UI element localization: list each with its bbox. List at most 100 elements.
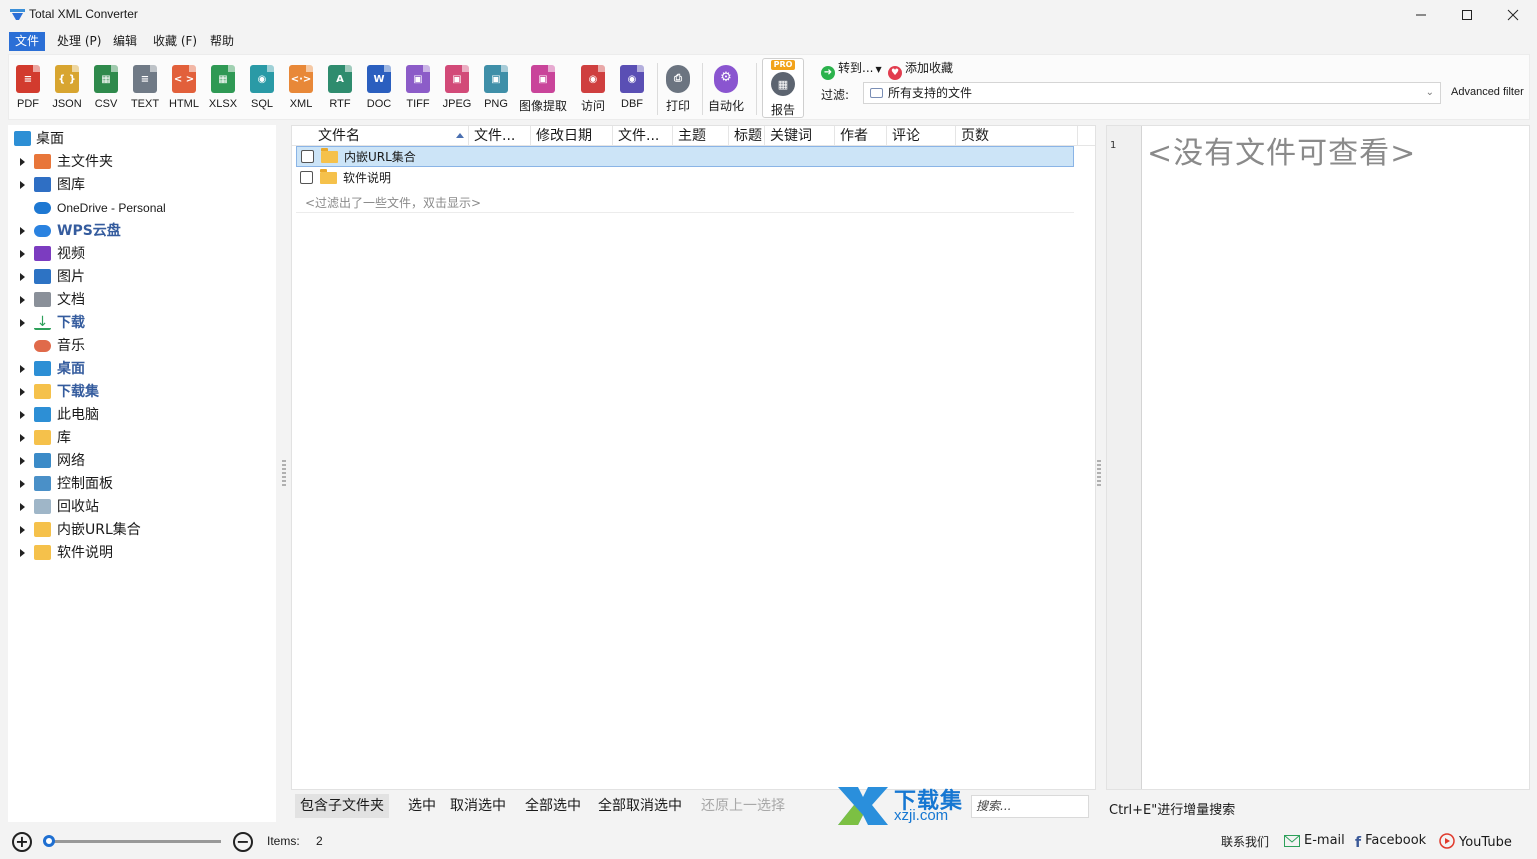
convert-pdf-button[interactable]: ≡ PDF bbox=[9, 65, 47, 117]
minimize-button[interactable] bbox=[1398, 0, 1444, 30]
print-button[interactable]: ⎙ 打印 bbox=[659, 65, 697, 117]
restore-selection-button[interactable]: 还原上一选择 bbox=[696, 794, 790, 818]
tree-item-label: WPS云盘 bbox=[57, 223, 121, 239]
expand-arrow-icon[interactable] bbox=[20, 296, 25, 304]
format-label: XLSX bbox=[208, 98, 238, 110]
convert-access-button[interactable]: ◉ 访问 bbox=[574, 65, 612, 117]
file-format-icon: { } bbox=[55, 65, 79, 93]
filtered-files-note[interactable]: <过滤出了一些文件，双击显示> bbox=[305, 194, 481, 211]
column-header-filesize[interactable]: 文件... bbox=[469, 126, 531, 146]
expand-arrow-icon[interactable] bbox=[20, 227, 25, 235]
column-header-filetype[interactable]: 文件... bbox=[613, 126, 673, 146]
expand-arrow-icon[interactable] bbox=[20, 549, 25, 557]
menu-process[interactable]: 处理 (P) bbox=[51, 32, 107, 51]
column-header-pages[interactable]: 页数 bbox=[956, 126, 1078, 146]
automate-button[interactable]: ⚙ 自动化 bbox=[706, 65, 746, 117]
convert-tiff-button[interactable]: ▣ TIFF bbox=[399, 65, 437, 117]
youtube-icon bbox=[1439, 833, 1455, 849]
expand-arrow-icon[interactable] bbox=[20, 273, 25, 281]
convert-text-button[interactable]: ≡ TEXT bbox=[126, 65, 164, 117]
advanced-filter-link[interactable]: Advanced filter bbox=[1451, 86, 1524, 98]
expand-arrow-icon[interactable] bbox=[20, 457, 25, 465]
convert-xlsx-button[interactable]: ▦ XLSX bbox=[204, 65, 242, 117]
convert-dbf-button[interactable]: ◉ DBF bbox=[613, 65, 651, 117]
left-splitter[interactable] bbox=[282, 460, 286, 486]
zoom-slider-thumb[interactable] bbox=[43, 835, 55, 847]
file-row[interactable]: 内嵌URL集合 bbox=[296, 146, 1074, 167]
search-input[interactable]: 搜索... bbox=[971, 795, 1089, 818]
expand-arrow-icon[interactable] bbox=[20, 503, 25, 511]
minus-icon: − bbox=[236, 832, 250, 851]
uncheck-button[interactable]: 取消选中 bbox=[445, 794, 511, 818]
file-row[interactable]: 软件说明 bbox=[296, 168, 1074, 189]
format-label: PNG bbox=[484, 98, 508, 110]
file-format-icon: ▣ bbox=[406, 65, 430, 93]
convert-image-extract-button[interactable]: ▣ 图像提取 bbox=[519, 65, 567, 117]
goto-label: 转到... bbox=[838, 61, 874, 75]
convert-sql-button[interactable]: ◉ SQL bbox=[243, 65, 281, 117]
convert-xml-button[interactable]: <·> XML bbox=[282, 65, 320, 117]
zoom-slider-track[interactable] bbox=[48, 840, 221, 843]
expand-arrow-icon[interactable] bbox=[20, 526, 25, 534]
expand-arrow-icon[interactable] bbox=[20, 158, 25, 166]
column-header-subject[interactable]: 主题 bbox=[673, 126, 729, 146]
close-button[interactable] bbox=[1490, 0, 1536, 30]
expand-arrow-icon[interactable] bbox=[20, 388, 25, 396]
contact-us-link[interactable]: 联系我们 bbox=[1221, 833, 1269, 850]
add-favorite-button[interactable]: ♥ 添加收藏 bbox=[888, 59, 953, 80]
menu-help[interactable]: 帮助 bbox=[204, 32, 240, 51]
zoom-out-button[interactable]: − bbox=[233, 832, 253, 852]
tree-item-label: 此电脑 bbox=[57, 407, 99, 423]
row-checkbox[interactable] bbox=[300, 171, 313, 184]
convert-csv-button[interactable]: ▦ CSV bbox=[87, 65, 125, 117]
right-splitter[interactable] bbox=[1097, 460, 1101, 486]
automate-label: 自动化 bbox=[707, 99, 744, 113]
check-button[interactable]: 选中 bbox=[403, 794, 441, 818]
column-header-comments[interactable]: 评论 bbox=[887, 126, 956, 146]
uncheck-all-button[interactable]: 全部取消选中 bbox=[593, 794, 687, 818]
column-header-author[interactable]: 作者 bbox=[835, 126, 887, 146]
facebook-link[interactable]: f Facebook bbox=[1355, 833, 1426, 851]
convert-json-button[interactable]: { } JSON bbox=[48, 65, 86, 117]
column-header-keywords[interactable]: 关键词 bbox=[765, 126, 835, 146]
watermark-logo bbox=[838, 787, 888, 825]
goto-button[interactable]: ➜ 转到... ▼ bbox=[821, 59, 882, 80]
convert-html-button[interactable]: < > HTML bbox=[165, 65, 203, 117]
menu-file[interactable]: 文件 bbox=[9, 32, 46, 51]
column-header-filename[interactable]: 文件名 bbox=[313, 126, 469, 146]
tree-item-label: 库 bbox=[57, 430, 71, 446]
email-link[interactable]: E-mail bbox=[1284, 833, 1345, 848]
youtube-link[interactable]: YouTube bbox=[1439, 833, 1512, 850]
report-button[interactable]: PRO ▦ 报告 bbox=[762, 58, 804, 118]
convert-png-button[interactable]: ▣ PNG bbox=[477, 65, 515, 117]
printer-icon: ⎙ bbox=[666, 65, 690, 93]
sort-ascending-icon bbox=[456, 133, 464, 138]
zoom-in-button[interactable]: + bbox=[12, 832, 32, 852]
folder-icon bbox=[34, 545, 51, 560]
column-header-row: 文件名 文件... 修改日期 文件... 主题 标题 关键词 作者 评论 页数 bbox=[292, 126, 1095, 146]
format-label: HTML bbox=[169, 98, 199, 110]
expand-arrow-icon[interactable] bbox=[20, 319, 25, 327]
column-header-title[interactable]: 标题 bbox=[729, 126, 765, 146]
file-name: 内嵌URL集合 bbox=[344, 150, 416, 164]
column-header-modified[interactable]: 修改日期 bbox=[531, 126, 613, 146]
picture-icon bbox=[34, 269, 51, 284]
include-subfolders-toggle[interactable]: 包含子文件夹 bbox=[295, 794, 389, 818]
convert-rtf-button[interactable]: A RTF bbox=[321, 65, 359, 117]
check-all-button[interactable]: 全部选中 bbox=[520, 794, 586, 818]
expand-arrow-icon[interactable] bbox=[20, 411, 25, 419]
maximize-button[interactable] bbox=[1444, 0, 1490, 30]
expand-arrow-icon[interactable] bbox=[20, 434, 25, 442]
expand-arrow-icon[interactable] bbox=[20, 250, 25, 258]
row-checkbox[interactable] bbox=[301, 150, 314, 163]
menu-favorites[interactable]: 收藏 (F) bbox=[147, 32, 203, 51]
menu-edit[interactable]: 编辑 bbox=[107, 32, 143, 51]
convert-doc-button[interactable]: W DOC bbox=[360, 65, 398, 117]
tree-item-label: 下载集 bbox=[57, 384, 99, 400]
filter-dropdown[interactable]: 所有支持的文件 ⌄ bbox=[863, 82, 1441, 104]
expand-arrow-icon[interactable] bbox=[20, 365, 25, 373]
convert-jpeg-button[interactable]: ▣ JPEG bbox=[438, 65, 476, 117]
expand-arrow-icon[interactable] bbox=[20, 181, 25, 189]
expand-arrow-icon[interactable] bbox=[20, 480, 25, 488]
facebook-icon: f bbox=[1355, 835, 1362, 851]
